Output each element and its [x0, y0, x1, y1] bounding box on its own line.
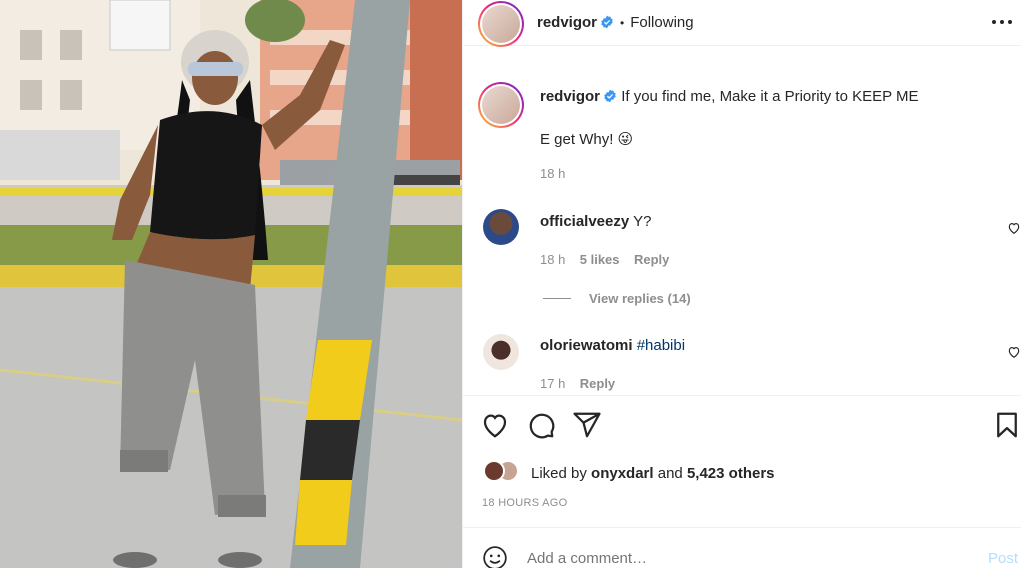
verified-icon	[601, 15, 613, 29]
comment-hashtag-link[interactable]: #habibi	[637, 337, 685, 354]
share-icon[interactable]	[572, 410, 602, 440]
comment-meta: 18 h 5 likes Reply	[540, 251, 669, 269]
verified-icon	[604, 89, 616, 103]
caption-avatar[interactable]	[478, 82, 524, 128]
reply-button[interactable]: Reply	[634, 252, 669, 267]
post-actions: Liked by onyxdarl and 5,423 others 18 HO…	[463, 395, 1021, 527]
liker-avatar[interactable]	[483, 460, 505, 482]
comment-meta: 17 h Reply	[540, 375, 615, 393]
liked-by-middle: and	[653, 465, 687, 482]
caption-line: redvigor If you find me, Make it a Prior…	[540, 88, 919, 105]
author-avatar[interactable]	[478, 1, 524, 47]
comment-time: 17 h	[540, 376, 566, 391]
heart-icon[interactable]	[480, 410, 510, 440]
post-time: 18 HOURS AGO	[482, 497, 568, 509]
post-comment-button[interactable]: Post	[988, 550, 1018, 567]
liked-by-user[interactable]: onyxdarl	[591, 465, 654, 482]
comment-time: 18 h	[540, 252, 566, 267]
separator-dot: •	[620, 16, 625, 30]
comment-text: Y?	[633, 213, 652, 230]
comment-like-heart-icon[interactable]	[1007, 345, 1021, 359]
following-button[interactable]: Following	[630, 14, 693, 31]
post-details-panel: redvigor • Following redvigor If you find …	[462, 0, 1021, 568]
emoji-icon[interactable]	[482, 545, 508, 568]
more-icon[interactable]	[990, 12, 1014, 32]
view-replies-divider	[543, 298, 571, 299]
post-photo-image	[0, 0, 462, 568]
liked-by-line: Liked by onyxdarl and 5,423 others	[531, 465, 775, 482]
comment-username[interactable]: officialveezy	[540, 213, 629, 230]
author-username[interactable]: redvigor	[537, 14, 597, 31]
reply-button[interactable]: Reply	[580, 376, 615, 391]
commenter-avatar[interactable]	[483, 334, 519, 370]
comment-likes[interactable]: 5 likes	[580, 252, 620, 267]
view-replies-button[interactable]: View replies (14)	[589, 291, 691, 306]
comment-line: officialveezy Y?	[540, 213, 651, 230]
likes-count[interactable]: 5,423 others	[687, 465, 775, 482]
post-header: redvigor • Following	[463, 0, 1021, 47]
commenter-avatar[interactable]	[483, 209, 519, 245]
comment-username[interactable]: oloriewatomi	[540, 337, 633, 354]
add-comment-bar: Post	[463, 527, 1021, 568]
caption-time: 18 h	[540, 166, 566, 181]
comment-like-heart-icon[interactable]	[1007, 221, 1021, 235]
header-user-line: redvigor • Following	[537, 14, 694, 32]
comment-icon[interactable]	[526, 410, 556, 440]
liked-by-prefix: Liked by	[531, 465, 592, 482]
comment-line: oloriewatomi #habibi	[540, 337, 685, 354]
bookmark-icon[interactable]	[992, 410, 1021, 440]
caption-username[interactable]: redvigor	[540, 88, 600, 105]
caption-line-2: E get Why! 😜	[540, 131, 634, 148]
caption-text: If you find me, Make it a Priority to KE…	[621, 88, 919, 105]
post-photo	[0, 0, 462, 568]
comment-input[interactable]	[527, 550, 927, 567]
